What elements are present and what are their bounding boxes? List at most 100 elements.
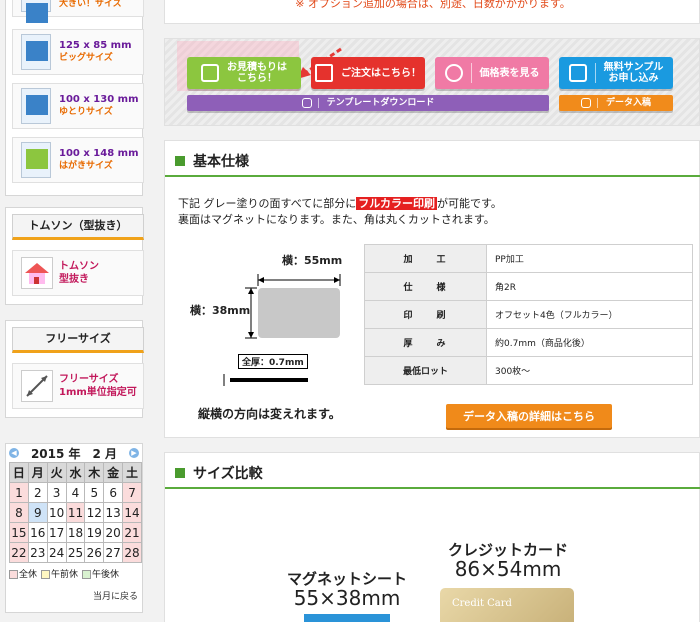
product-thumbnail-icon [21,88,51,124]
product-item-125x85[interactable]: 125 x 85 mm ビッグサイズ [12,29,144,75]
spec-value: オフセット4色（フルカラー） [486,300,693,329]
spec-value: 角2R [486,272,693,301]
spec-value: 約0.7mm（商品化後） [486,328,693,357]
product-item-large[interactable]: 大きい！サイズ [12,0,144,23]
sample-label-line1: 無料サンプル [603,62,664,73]
calendar-day: 13 [103,502,124,523]
credit-card-size: 86×54mm [454,557,562,581]
thomson-box: トムソン（型抜き） トムソン 型抜き [5,207,144,305]
height-label: 横：38mm [190,304,251,317]
house-icon [21,257,53,289]
calendar-day: 25 [65,542,86,563]
card-shape [258,288,340,338]
template-download-button[interactable]: テンプレートダウンロード [187,95,549,111]
calendar-day: 15 [9,522,29,543]
calendar-day: 22 [9,542,29,563]
calendar-back-link[interactable]: 当月に戻る [93,589,138,602]
size-compare-panel: サイズ比較 [164,452,700,622]
product-size: 125 x 85 mm [59,40,132,51]
weekday-header: 日 [9,462,29,483]
table-row: 厚 み約0.7mm（商品化後） [364,328,693,357]
weekday-header: 火 [46,462,67,483]
calendar-day: 4 [65,482,86,503]
calendar-day: 10 [46,502,67,523]
spec-table: 加 工 PP加工 仕 様角2R 印 刷オフセット4色（フルカラー） 厚 み約0.7… [364,244,693,385]
calendar-day: 23 [27,542,48,563]
cart-icon [315,64,333,82]
free-size-box: フリーサイズ フリーサイズ 1mm単位指定可 [5,320,144,418]
estimate-button[interactable]: お見積もりは こちら！ [187,57,301,89]
thickness-label: 全厚：0.7mm [238,354,308,369]
product-item-100x130[interactable]: 100 x 130 mm ゆとりサイズ [12,83,144,129]
am-off-swatch [41,570,51,579]
legend-pm-off: 午後休 [92,570,120,580]
yen-icon [444,64,463,82]
product-size: 100 x 130 mm [59,94,139,105]
calendar-day: 14 [122,502,142,523]
thomson-link[interactable]: トムソン 型抜き [12,250,144,296]
calendar-day: 26 [84,542,105,563]
free-size-link-line1: フリーサイズ [59,374,119,385]
product-size: 100 x 148 mm [59,148,139,159]
diagonal-measure-icon [21,370,53,402]
button-separator [594,63,596,83]
calendar-day: 16 [27,522,48,543]
size-diagram: 横：55mm 横：38mm 全厚：0.7mm [178,240,358,390]
calendar-day-today: 9 [27,502,48,523]
spec-key: 厚 み [364,328,487,357]
business-calendar: ◀ 2015 年 2 月 ▶ 日 月 火 水 木 金 土 1 2 3 4 5 6… [5,443,143,613]
estimate-label-line1: お見積もりは [227,62,287,73]
order-button[interactable]: ご注文はこちら！ [311,57,425,89]
data-detail-button[interactable]: データ入稿の詳細はこちら [446,404,612,428]
product-size-box: 大きい！サイズ 125 x 85 mm ビッグサイズ 100 x 130 mm … [5,0,144,196]
sidebar: 大きい！サイズ 125 x 85 mm ビッグサイズ 100 x 130 mm … [0,0,150,622]
compare-section-title: サイズ比較 [165,459,700,489]
notice-panel: ※ オプション追加の場合は、別途、日数がかかります。 [164,0,700,24]
calendar-next-icon[interactable]: ▶ [128,448,139,458]
spec-key: 加 工 [364,244,487,273]
product-thumbnail-icon [21,34,51,70]
product-item-100x148[interactable]: 100 x 148 mm はがきサイズ [12,137,144,183]
magnet-sheet-size: 55×38mm [293,586,401,610]
legend-holiday: 全休 [19,570,38,580]
full-color-highlight: フルカラー印刷 [356,197,437,210]
product-name: ビッグサイズ [59,53,113,63]
weekday-header: 水 [65,462,86,483]
calendar-prev-icon[interactable]: ◀ [9,448,19,458]
calendar-title: 2015 年 2 月 [30,446,118,461]
free-sample-button[interactable]: 無料サンプル お申し込み [559,57,673,89]
thomson-link-line1: トムソン [59,261,99,272]
button-separator [470,63,472,83]
calendar-day: 19 [84,522,105,543]
weekday-header: 木 [84,462,105,483]
credit-card-image: Credit Card [440,588,574,622]
calendar-day: 27 [103,542,124,563]
calendar-day: 17 [46,522,67,543]
button-separator [596,98,598,108]
option-notice: ※ オプション追加の場合は、別途、日数がかかります。 [295,0,571,10]
calendar-day: 8 [9,502,29,523]
spec-text-after: が可能です。 [436,197,502,210]
calendar-day: 5 [84,482,105,503]
weekday-header: 金 [103,462,124,483]
weekday-header: 月 [27,462,48,483]
template-label: テンプレートダウンロード [326,97,435,108]
spec-key: 印 刷 [364,300,487,329]
price-label: 価格表を見る [479,67,540,79]
spec-value: 300枚～ [486,356,693,385]
calendar-day: 21 [122,522,142,543]
holiday-swatch [9,570,18,579]
product-thumbnail-icon [21,142,51,178]
width-label: 横：55mm [282,254,343,267]
price-list-button[interactable]: 価格表を見る [435,57,549,89]
free-size-title: フリーサイズ [12,327,144,353]
data-label: データ入稿 [605,97,651,108]
calendar-grid: 日 月 火 水 木 金 土 1 2 3 4 5 6 7 8 9 10 11 12… [9,462,142,563]
spec-title-text: 基本仕様 [193,154,249,170]
spec-key: 仕 様 [364,272,487,301]
spec-text-line2: 裏面はマグネットになります。また、角は丸くカットされます。 [178,213,495,226]
data-submit-button[interactable]: データ入稿 [559,95,673,111]
calendar-day: 2 [27,482,48,503]
calendar-day: 28 [122,542,142,563]
free-size-link[interactable]: フリーサイズ 1mm単位指定可 [12,363,144,409]
